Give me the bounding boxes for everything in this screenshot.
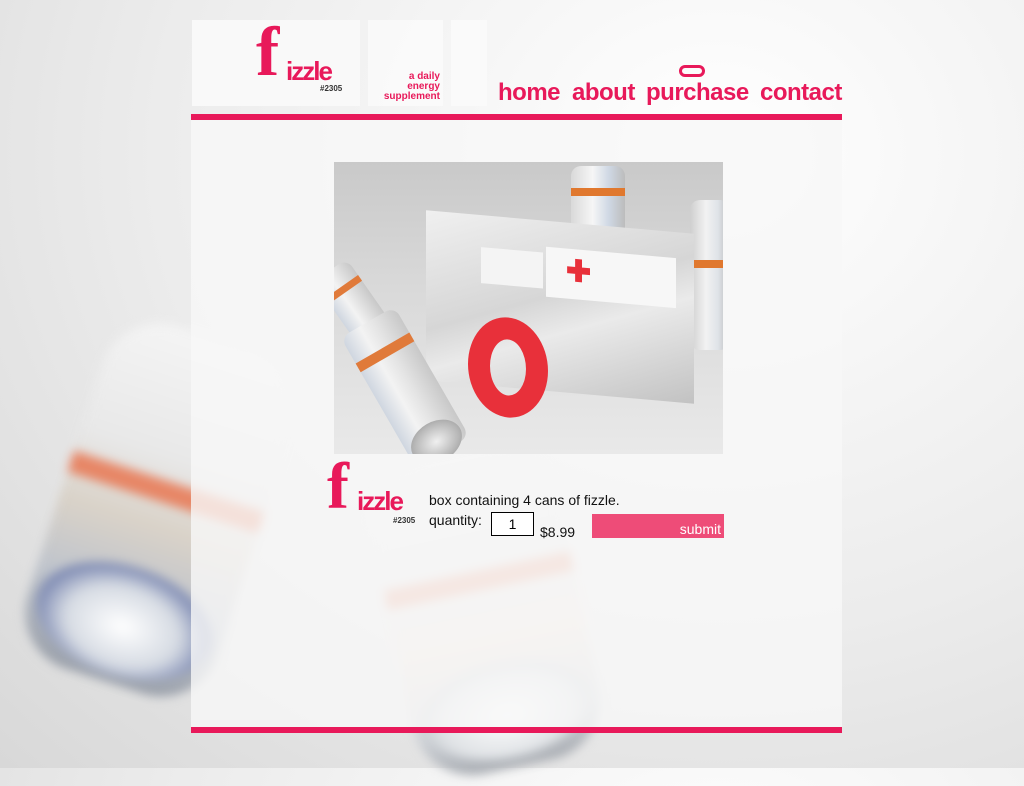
nav-purchase[interactable]: purchase xyxy=(646,79,749,107)
can-stripe xyxy=(690,260,723,268)
header-divider xyxy=(191,114,842,120)
tagline: a daily energy supplement xyxy=(370,72,440,102)
cross-icon: ✚ xyxy=(566,254,592,290)
submit-button[interactable]: submit xyxy=(592,514,724,538)
active-nav-indicator xyxy=(679,65,705,77)
logo-box[interactable]: f izzle #2305 xyxy=(192,18,360,106)
quantity-input[interactable] xyxy=(491,512,534,536)
tagline-line: supplement xyxy=(383,91,440,102)
product-description: box containing 4 cans of fizzle. xyxy=(429,492,620,508)
product-photo: ✚ xyxy=(334,162,723,454)
photo-can xyxy=(690,200,723,350)
logo-initial: f xyxy=(327,450,349,523)
price: $8.99 xyxy=(540,524,576,540)
quantity-label: quantity: xyxy=(429,512,482,528)
box-ring-graphic xyxy=(468,313,548,421)
spacer-box xyxy=(451,20,487,106)
nav-home[interactable]: home xyxy=(498,79,561,107)
logo-number: #2305 xyxy=(393,516,416,525)
photo-box-package: ✚ xyxy=(426,210,694,421)
box-label xyxy=(481,247,543,289)
product-logo: f izzle #2305 xyxy=(327,454,417,530)
site-logo[interactable]: f izzle #2305 xyxy=(254,18,354,104)
logo-number: #2305 xyxy=(320,84,343,93)
can-stripe xyxy=(355,332,415,373)
logo-word: izzle xyxy=(286,56,333,86)
can-stripe xyxy=(334,275,363,304)
nav-about[interactable]: about xyxy=(572,79,635,107)
can-end xyxy=(403,410,470,454)
footer-divider xyxy=(191,727,842,733)
logo-initial: f xyxy=(256,14,280,91)
logo-word: izzle xyxy=(357,486,404,516)
nav-contact[interactable]: contact xyxy=(760,79,842,107)
can-stripe xyxy=(571,188,625,196)
